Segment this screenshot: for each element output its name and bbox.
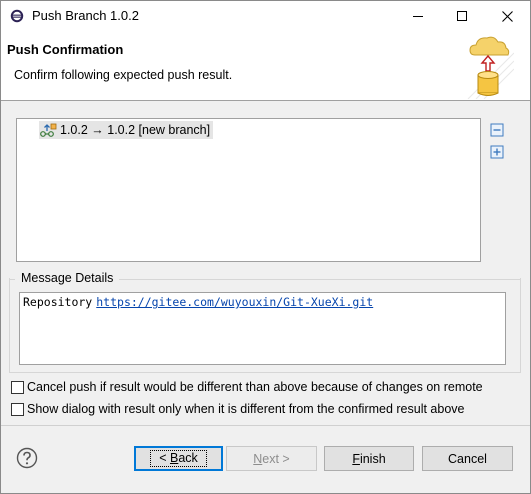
- message-details-label: Message Details: [20, 271, 115, 285]
- cancel-push-option[interactable]: Cancel push if result would be different…: [11, 379, 483, 395]
- next-mnemonic: N: [253, 451, 263, 466]
- page-title: Push Confirmation: [7, 42, 124, 57]
- back-prefix: <: [159, 451, 170, 465]
- push-branch-dialog: Push Branch 1.0.2 Push Confirmation Conf…: [0, 0, 531, 494]
- page-description: Confirm following expected push result.: [14, 68, 233, 82]
- expand-all-icon[interactable]: [490, 145, 504, 159]
- back-rest: ack: [178, 451, 198, 465]
- show-dialog-option[interactable]: Show dialog with result only when it is …: [11, 401, 465, 417]
- group-border-left: [9, 279, 15, 280]
- next-button[interactable]: Next >: [226, 446, 317, 471]
- show-dialog-checkbox[interactable]: [11, 402, 24, 416]
- push-result-tree[interactable]: 1.0.2 → 1.0.2 [new branch]: [16, 118, 481, 262]
- wizard-banner: Push Confirmation Confirm following expe…: [1, 31, 530, 101]
- help-icon[interactable]: [16, 447, 38, 469]
- minimize-button[interactable]: [396, 1, 440, 31]
- group-border-right: [119, 279, 521, 280]
- tree-item-label: 1.0.2 → 1.0.2 [new branch]: [60, 123, 211, 137]
- finish-mnemonic: F: [352, 451, 360, 466]
- collapse-all-icon[interactable]: [490, 123, 504, 137]
- eclipse-icon: [10, 9, 24, 23]
- message-details-text[interactable]: Repository https://gitee.com/wuyouxin/Git…: [19, 292, 506, 365]
- repository-label: Repository: [23, 295, 93, 309]
- cancel-label: Cancel: [448, 451, 487, 466]
- tree-item[interactable]: 1.0.2 → 1.0.2 [new branch]: [39, 121, 214, 139]
- cloud-upload-database-icon: [467, 36, 514, 99]
- title-bar: Push Branch 1.0.2: [1, 1, 530, 31]
- close-icon: [501, 10, 513, 22]
- show-dialog-label: Show dialog with result only when it is …: [27, 402, 465, 416]
- finish-button[interactable]: Finish: [324, 446, 414, 471]
- cancel-push-checkbox[interactable]: [11, 380, 24, 394]
- cancel-button[interactable]: Cancel: [422, 446, 513, 471]
- back-button[interactable]: < Back: [134, 446, 223, 471]
- repository-url-link[interactable]: https://gitee.com/wuyouxin/Git-XueXi.git: [96, 295, 373, 309]
- footer-separator: [1, 425, 530, 426]
- window-title: Push Branch 1.0.2: [32, 8, 139, 23]
- maximize-icon: [457, 11, 467, 21]
- branch-push-icon: [40, 123, 57, 137]
- maximize-button[interactable]: [440, 1, 484, 31]
- cancel-push-label: Cancel push if result would be different…: [27, 380, 483, 394]
- next-rest: ext >: [262, 451, 290, 466]
- close-button[interactable]: [485, 1, 529, 31]
- finish-rest: inish: [359, 451, 386, 466]
- minimize-icon: [413, 16, 423, 17]
